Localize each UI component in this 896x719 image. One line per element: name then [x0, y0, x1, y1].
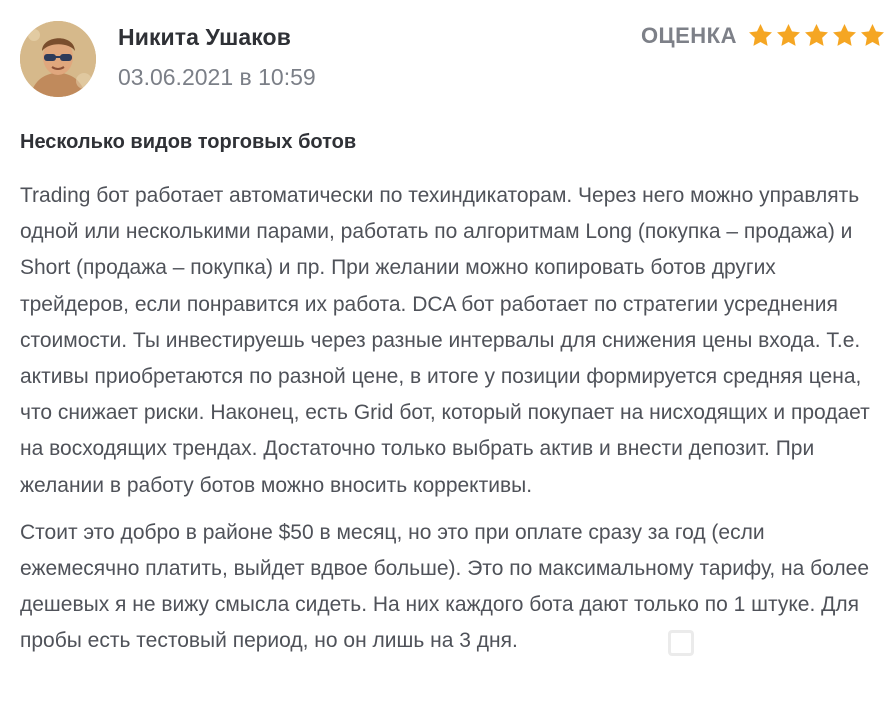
review-paragraph-1: Trading бот работает автоматически по те…: [20, 184, 870, 497]
avatar[interactable]: [20, 21, 96, 97]
user-photo-icon: [20, 21, 96, 97]
star-icon: [777, 24, 800, 46]
rating: ОЦЕНКА: [641, 22, 886, 49]
star-icon: [861, 24, 884, 46]
rating-label: ОЦЕНКА: [640, 22, 737, 48]
review-title: Несколько видов торговых ботов: [20, 131, 357, 153]
review-paragraph-2: Стоит это добро в районе $50 в месяц, но…: [20, 520, 870, 653]
star-icon: [805, 24, 828, 46]
author-name[interactable]: Никита Ушаков: [118, 24, 291, 51]
review-body: Trading бот работает автоматически по те…: [20, 178, 884, 671]
review-date: 03.06.2021 в 10:59: [118, 64, 316, 90]
rating-stars: [747, 22, 886, 49]
star-icon: [833, 24, 856, 46]
star-icon: [749, 24, 772, 46]
review-card: Никита Ушаков 03.06.2021 в 10:59 ОЦЕНКА …: [0, 0, 896, 719]
